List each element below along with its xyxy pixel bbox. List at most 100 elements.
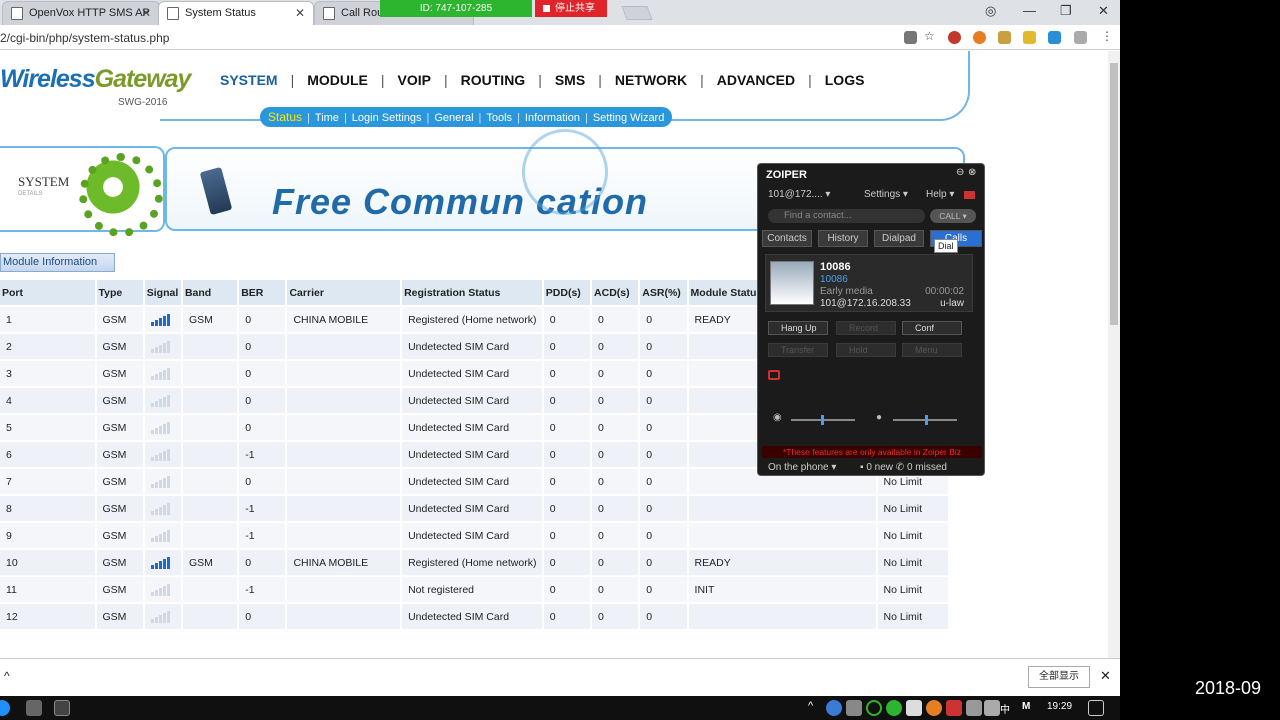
conference-button[interactable]: Conf — [902, 321, 962, 335]
extension-icon[interactable] — [1023, 31, 1036, 44]
model-label: SWG-2016 — [118, 97, 168, 108]
close-window-icon[interactable]: ✕ — [1098, 3, 1109, 19]
volume-icon[interactable] — [984, 700, 1000, 716]
tab-contacts[interactable]: Contacts — [762, 230, 812, 247]
hang-up-button[interactable]: Hang Up — [768, 321, 828, 335]
signal-cell — [144, 496, 183, 523]
subnav-login-settings[interactable]: Login Settings — [352, 112, 422, 124]
extension-icon[interactable] — [1048, 31, 1061, 44]
nav-voip[interactable]: VOIP — [398, 72, 431, 88]
call-menu-button[interactable]: Menu — [902, 343, 962, 357]
date-overlay: 2018-09 — [1195, 678, 1262, 698]
menu-icon[interactable]: ⋮ — [1101, 29, 1114, 43]
tray-icon[interactable] — [826, 700, 842, 716]
nav-system[interactable]: SYSTEM — [220, 72, 278, 88]
app-icon[interactable] — [26, 700, 42, 716]
subnav-tools[interactable]: Tools — [486, 112, 512, 124]
subnav-status[interactable]: Status — [268, 110, 302, 124]
nav-logs[interactable]: LOGS — [825, 72, 865, 88]
nav-module[interactable]: MODULE — [307, 72, 368, 88]
ime-mode[interactable]: M — [1022, 701, 1030, 712]
network-icon[interactable] — [966, 700, 982, 716]
close-icon[interactable]: ⊗ — [968, 167, 976, 178]
tray-icon[interactable] — [846, 700, 862, 716]
tray-icon[interactable] — [946, 700, 962, 716]
record-button[interactable]: Record — [836, 321, 896, 335]
call-button[interactable]: CALL ▾ — [930, 209, 976, 223]
sub-nav: Status | Time | Login Settings | General | Tools… — [260, 107, 673, 127]
port-cell: 7 — [0, 469, 97, 496]
tray-icon[interactable] — [906, 700, 922, 716]
extension-icon[interactable] — [1074, 31, 1087, 44]
subnav-setting-wizard[interactable]: Setting Wizard — [593, 112, 665, 124]
module-status-cell — [688, 523, 878, 550]
notification-icon[interactable] — [1088, 700, 1104, 716]
minimize-icon[interactable]: ⊖ — [956, 167, 964, 178]
extension-icon[interactable] — [973, 31, 986, 44]
tray-icon[interactable] — [866, 700, 882, 716]
extension-icon[interactable] — [948, 31, 961, 44]
subnav-general[interactable]: General — [434, 112, 473, 124]
stop-share-button[interactable]: 停止共享 — [535, 0, 607, 17]
profile-icon[interactable]: ◎ — [985, 3, 996, 19]
presence-status[interactable]: On the phone ▾ — [768, 462, 836, 473]
restore-icon[interactable]: ❐ — [1060, 3, 1072, 19]
screen-share-id: ID: 747-107-285 — [380, 0, 532, 17]
page-scrollbar[interactable] — [1108, 51, 1120, 658]
tab-system-status[interactable]: System Status ✕ — [158, 1, 314, 25]
tab-history[interactable]: History — [818, 230, 868, 247]
missed-calls[interactable]: 0 missed — [907, 462, 947, 473]
registration-cell: Undetected SIM Card — [402, 442, 544, 469]
tab-dialpad[interactable]: Dialpad — [874, 230, 924, 247]
hold-button[interactable]: Hold — [836, 343, 896, 357]
ber-cell: 0 — [239, 388, 288, 415]
account-selector[interactable]: 101@172.... ▾ — [768, 189, 830, 200]
subnav-information[interactable]: Information — [525, 112, 580, 124]
close-icon[interactable]: ✕ — [141, 6, 151, 20]
new-tab-button[interactable] — [621, 6, 653, 20]
tray-icon[interactable] — [926, 700, 942, 716]
chevron-up-icon[interactable]: ^ — [4, 669, 10, 683]
help-menu[interactable]: Help ▾ — [926, 189, 954, 200]
module-information-tab[interactable]: Module Information — [0, 253, 115, 272]
chevron-up-icon[interactable]: ^ — [808, 700, 824, 716]
port-cell: 2 — [0, 334, 97, 361]
chrome-icon[interactable] — [54, 700, 70, 716]
ime-chinese[interactable]: 中 — [1000, 701, 1010, 716]
contact-search-input[interactable]: Find a contact... — [768, 209, 925, 223]
slider-knob[interactable] — [925, 415, 928, 425]
start-icon[interactable] — [0, 700, 10, 716]
star-icon[interactable]: ☆ — [924, 29, 937, 43]
transfer-button[interactable]: Transfer — [768, 343, 828, 357]
nav-sms[interactable]: SMS — [555, 72, 585, 88]
new-messages[interactable]: 0 new — [866, 462, 893, 473]
subnav-time[interactable]: Time — [315, 112, 339, 124]
settings-menu[interactable]: Settings ▾ — [864, 189, 908, 200]
type-cell: GSM — [96, 334, 145, 361]
translate-icon[interactable] — [904, 31, 917, 44]
show-all-button[interactable]: 全部显示 — [1028, 666, 1090, 688]
nav-advanced[interactable]: ADVANCED — [717, 72, 795, 88]
close-icon[interactable]: ✕ — [1100, 668, 1111, 684]
close-icon[interactable]: ✕ — [295, 6, 305, 20]
main-nav: SYSTEM | MODULE | VOIP | ROUTING | SMS | NETWORK | A… — [220, 72, 865, 88]
slider-knob[interactable] — [821, 415, 824, 425]
pdd-cell: 0 — [543, 442, 593, 469]
signal-strength-icon — [150, 313, 173, 326]
url-field[interactable]: 2/cgi-bin/php/system-status.php — [0, 31, 169, 45]
scrollbar-thumb[interactable] — [1110, 63, 1118, 325]
extension-icon[interactable] — [998, 31, 1011, 44]
tray-icon[interactable] — [886, 700, 902, 716]
clock[interactable]: 19:29 — [1047, 701, 1072, 712]
signal-strength-icon — [150, 502, 173, 515]
acd-cell: 0 — [592, 469, 641, 496]
type-cell: GSM — [96, 415, 145, 442]
nav-network[interactable]: NETWORK — [615, 72, 687, 88]
carrier-cell — [287, 523, 403, 550]
flag-icon[interactable] — [964, 191, 975, 199]
tab-openvox-sms[interactable]: OpenVox HTTP SMS AP ✕ — [2, 1, 160, 25]
speaker-volume-slider[interactable] — [791, 415, 855, 425]
minimize-icon[interactable]: — — [1023, 3, 1036, 18]
mic-volume-slider[interactable] — [893, 415, 957, 425]
nav-routing[interactable]: ROUTING — [461, 72, 526, 88]
